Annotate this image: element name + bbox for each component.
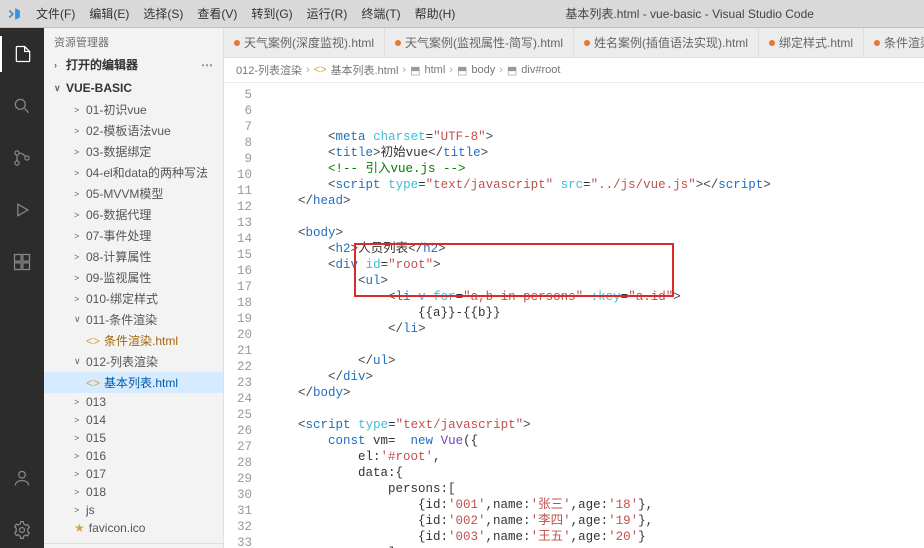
folder-item[interactable]: >03-数据绑定 <box>44 141 223 162</box>
breadcrumb-tag-icon: ⬒ <box>507 64 517 77</box>
breadcrumb-segment[interactable]: 012-列表渲染 <box>236 62 302 78</box>
file-icon: <> <box>314 64 327 76</box>
folder-item[interactable]: ∨012-列表渲染 <box>44 351 223 372</box>
folder-item[interactable]: >08-计算属性 <box>44 246 223 267</box>
workspace-header[interactable]: ∨VUE-BASIC <box>44 77 223 99</box>
folder-item[interactable]: >04-el和data的两种写法 <box>44 162 223 183</box>
chevron-right-icon: › <box>402 64 406 76</box>
breadcrumb-segment[interactable]: body <box>471 64 495 76</box>
folder-item[interactable]: >02-模板语法vue <box>44 120 223 141</box>
menu-item[interactable]: 选择(S) <box>137 3 189 24</box>
window-title: 基本列表.html - vue-basic - Visual Studio Co… <box>461 5 918 22</box>
explorer-sidebar: 资源管理器 ›打开的编辑器⋯ ∨VUE-BASIC >01-初识vue>02-模… <box>44 28 224 548</box>
explorer-icon[interactable] <box>0 36 44 72</box>
sidebar-title: 资源管理器 <box>44 28 223 52</box>
menu-item[interactable]: 运行(R) <box>301 3 354 24</box>
breadcrumb-segment[interactable]: html <box>424 64 445 76</box>
menu-bar: 文件(F)编辑(E)选择(S)查看(V)转到(G)运行(R)终端(T)帮助(H) <box>30 3 461 24</box>
editor-group: 天气案例(深度监视).html天气案例(监视属性-简写).html姓名案例(插值… <box>224 28 924 548</box>
settings-icon[interactable] <box>0 512 44 548</box>
line-gutter: 5678910111213141516171819202122232425262… <box>224 83 260 548</box>
folder-item[interactable]: >05-MVVM模型 <box>44 183 223 204</box>
folder-item[interactable]: ∨011-条件渲染 <box>44 309 223 330</box>
workspace-label: VUE-BASIC <box>66 81 132 95</box>
editor-tab[interactable]: 条件渲染.html <box>864 28 924 57</box>
breadcrumb-segment[interactable]: div#root <box>521 64 560 76</box>
open-editors-label: 打开的编辑器 <box>66 56 138 73</box>
chevron-right-icon: › <box>449 64 453 76</box>
search-icon[interactable] <box>0 88 44 124</box>
code-area[interactable]: 5678910111213141516171819202122232425262… <box>224 83 924 548</box>
vscode-logo-icon <box>6 6 22 22</box>
folder-item[interactable]: >016 <box>44 447 223 465</box>
source-control-icon[interactable] <box>0 140 44 176</box>
account-icon[interactable] <box>0 460 44 496</box>
code-content[interactable]: <meta charset="UTF-8"> <title>初始vue</tit… <box>260 83 924 548</box>
file-item[interactable]: <>基本列表.html <box>44 372 223 393</box>
title-bar: 文件(F)编辑(E)选择(S)查看(V)转到(G)运行(R)终端(T)帮助(H)… <box>0 0 924 28</box>
breadcrumb[interactable]: 012-列表渲染›<>基本列表.html›⬒html›⬒body›⬒div#ro… <box>224 58 924 83</box>
extensions-icon[interactable] <box>0 244 44 280</box>
folder-item[interactable]: >07-事件处理 <box>44 225 223 246</box>
menu-item[interactable]: 终端(T) <box>355 3 406 24</box>
editor-tab[interactable]: 绑定样式.html <box>759 28 864 57</box>
folder-item[interactable]: >017 <box>44 465 223 483</box>
folder-item[interactable]: ★favicon.ico <box>44 519 223 537</box>
folder-item[interactable]: >06-数据代理 <box>44 204 223 225</box>
menu-item[interactable]: 查看(V) <box>191 3 243 24</box>
editor-tab[interactable]: 天气案例(深度监视).html <box>224 28 385 57</box>
run-debug-icon[interactable] <box>0 192 44 228</box>
editor-tab[interactable]: 姓名案例(插值语法实现).html <box>574 28 759 57</box>
editor-tab[interactable]: 天气案例(监视属性-简写).html <box>385 28 574 57</box>
menu-item[interactable]: 转到(G) <box>245 3 298 24</box>
chevron-right-icon: › <box>499 64 503 76</box>
folder-item[interactable]: >014 <box>44 411 223 429</box>
breadcrumb-tag-icon: ⬒ <box>410 64 420 77</box>
menu-item[interactable]: 帮助(H) <box>409 3 462 24</box>
folder-item[interactable]: >018 <box>44 483 223 501</box>
folder-item[interactable]: >09-监视属性 <box>44 267 223 288</box>
folder-item[interactable]: >010-绑定样式 <box>44 288 223 309</box>
menu-item[interactable]: 文件(F) <box>30 3 81 24</box>
open-editors-header[interactable]: ›打开的编辑器⋯ <box>44 52 223 77</box>
file-tree: >01-初识vue>02-模板语法vue>03-数据绑定>04-el和data的… <box>44 99 223 537</box>
folder-item[interactable]: >js <box>44 501 223 519</box>
more-icon[interactable]: ⋯ <box>201 58 213 72</box>
menu-item[interactable]: 编辑(E) <box>83 3 135 24</box>
folder-item[interactable]: >01-初识vue <box>44 99 223 120</box>
outline-header[interactable]: ›大纲 <box>44 543 223 548</box>
editor-tabs: 天气案例(深度监视).html天气案例(监视属性-简写).html姓名案例(插值… <box>224 28 924 58</box>
folder-item[interactable]: >015 <box>44 429 223 447</box>
main-layout: 资源管理器 › 打开的编辑器 ⋯ ∨VUE-BASIC >01-初识vue>02-模… <box>0 28 924 548</box>
folder-item[interactable]: >013 <box>44 393 223 411</box>
activity-bar <box>0 28 44 548</box>
breadcrumb-segment[interactable]: 基本列表.html <box>331 62 399 78</box>
chevron-right-icon: › <box>306 64 310 76</box>
file-item[interactable]: <>条件渲染.html <box>44 330 223 351</box>
breadcrumb-tag-icon: ⬒ <box>457 64 467 77</box>
